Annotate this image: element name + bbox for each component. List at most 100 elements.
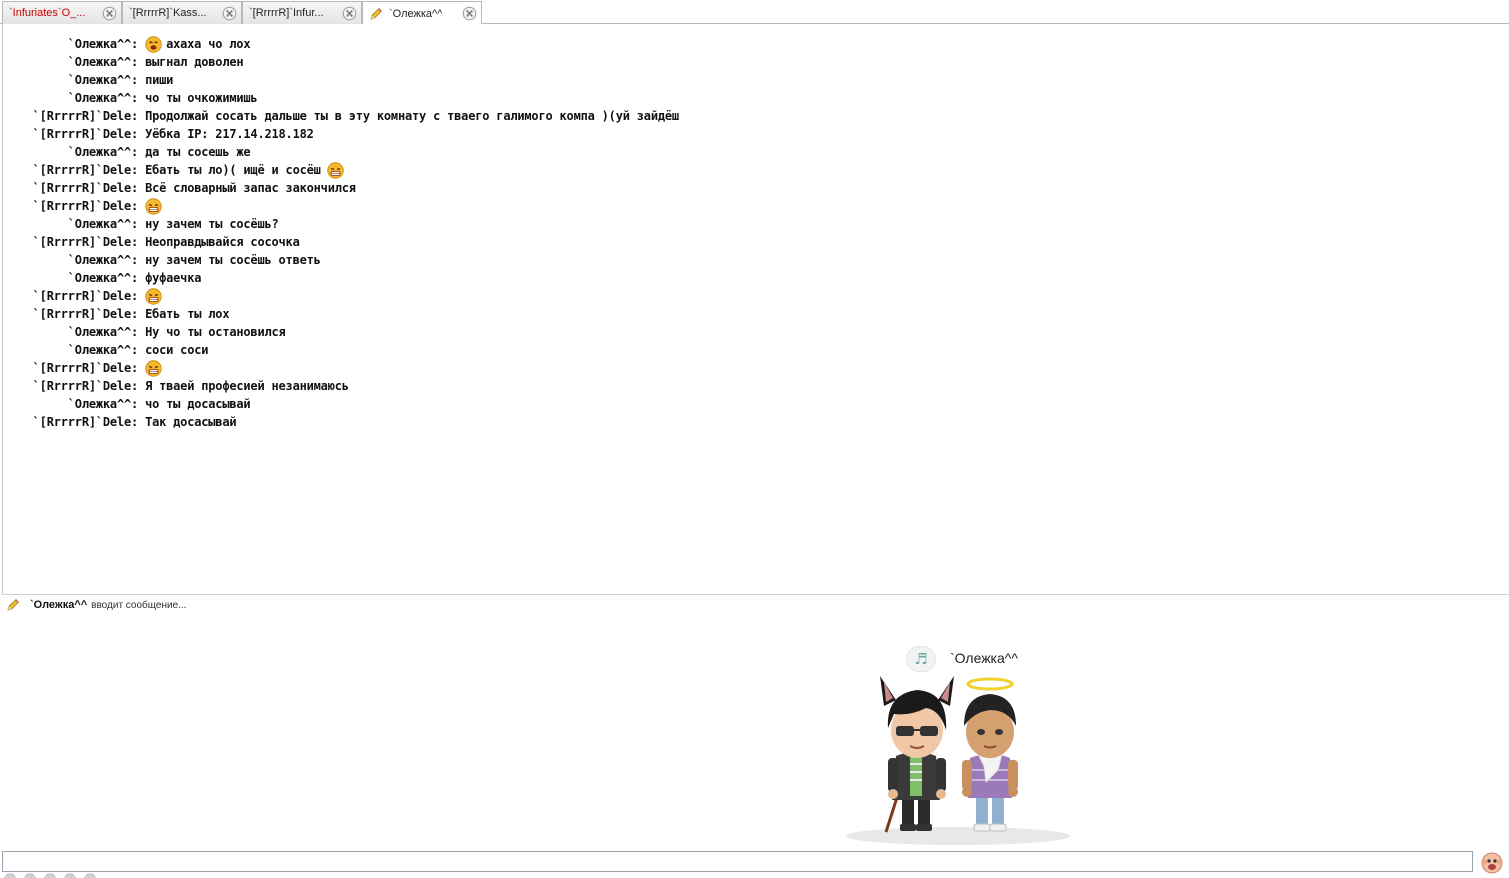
chat-message: `[RrrrrR]`Dele: Продолжай сосать дальше … (10, 107, 679, 125)
chat-separator: : (131, 37, 146, 51)
chat-text: соси соси (145, 343, 209, 357)
chat-nick[interactable]: `Олежка^^ (10, 35, 131, 53)
chat-message: `[RrrrrR]`Dele: Уёбка IP: 217.14.218.182 (10, 125, 679, 143)
avatar-name: `Олежка^^ (950, 650, 1018, 666)
chat-separator: : (131, 73, 146, 87)
chat-message: `[RrrrrR]`Dele: Я тваей професией незани… (10, 377, 679, 395)
close-icon[interactable] (342, 6, 357, 21)
chat-nick[interactable]: `[RrrrrR]`Dele (10, 377, 132, 395)
tool-icon[interactable] (44, 873, 56, 878)
chat-message: `[RrrrrR]`Dele: (10, 287, 679, 305)
typing-text: вводит сообщение... (91, 599, 187, 611)
tab-infur[interactable]: `[RrrrrR]`Infur... (242, 1, 362, 24)
chat-nick[interactable]: `[RrrrrR]`Dele (10, 197, 132, 215)
tab-infuriates[interactable]: `Infuriates`O_... (2, 1, 122, 24)
tool-icon[interactable] (4, 873, 16, 878)
pencil-icon (370, 7, 383, 20)
chat-separator: : (131, 181, 146, 195)
chat-message: `Олежка^^: ахаха чо лох (10, 35, 679, 53)
chat-nick[interactable]: `[RrrrrR]`Dele (10, 125, 132, 143)
grin-smiley-icon (326, 161, 344, 179)
chat-separator: : (131, 91, 146, 105)
chat-separator: : (131, 289, 146, 303)
message-input[interactable] (2, 851, 1473, 872)
chat-nick[interactable]: `Олежка^^ (10, 71, 131, 89)
chat-separator: : (131, 163, 146, 177)
grin-smiley-icon (145, 197, 162, 215)
chat-nick[interactable]: `Олежка^^ (10, 251, 131, 269)
chat-message: `Олежка^^: чо ты очкожимишь (10, 89, 679, 107)
chat-message: `[RrrrrR]`Dele: Всё словарный запас зако… (10, 179, 679, 197)
chat-nick[interactable]: `[RrrrrR]`Dele (10, 287, 132, 305)
music-note-icon[interactable]: ♬ (906, 646, 936, 672)
tool-icon[interactable] (84, 873, 96, 878)
chat-message: `Олежка^^: чо ты досасывай (10, 395, 679, 413)
chat-text: ну зачем ты сосёшь ответь (145, 253, 321, 267)
tool-icon[interactable] (64, 873, 76, 878)
chat-separator: : (131, 109, 146, 123)
chat-message: `Олежка^^: ну зачем ты сосёшь? (10, 215, 679, 233)
chat-nick[interactable]: `Олежка^^ (10, 323, 131, 341)
chat-separator: : (131, 271, 146, 285)
chat-nick[interactable]: `[RrrrrR]`Dele (10, 305, 132, 323)
chat-nick[interactable]: `[RrrrrR]`Dele (10, 359, 132, 377)
close-icon[interactable] (222, 6, 237, 21)
toolbar-strip (4, 873, 114, 878)
avatar-scene: ♬ `Олежка^^ (840, 640, 1080, 850)
close-icon[interactable] (462, 6, 477, 21)
chat-text: чо ты очкожимишь (145, 91, 258, 105)
tab-bar: `Infuriates`O_... `[RrrrrR]`Kass... `[Rr… (0, 0, 1509, 25)
chat-text: Неоправдывайся сосочка (145, 235, 300, 249)
chat-lines: `Олежка^^: ахаха чо лох `Олежка^^: выгнал… (10, 35, 679, 431)
chat-nick[interactable]: `[RrrrrR]`Dele (10, 179, 132, 197)
tab-label: `[RrrrrR]`Kass... (129, 7, 207, 19)
tool-icon[interactable] (24, 873, 36, 878)
smiley-picker-icon[interactable] (1480, 851, 1504, 875)
chat-separator: : (131, 325, 146, 339)
chat-message: `[RrrrrR]`Dele: Ебать ты лох (10, 305, 679, 323)
chat-nick[interactable]: `Олежка^^ (10, 395, 131, 413)
typing-indicator: `Олежка^^ вводит сообщение... (6, 597, 186, 613)
chat-text: фуфаечка (145, 271, 202, 285)
typing-nick: `Олежка^^ (30, 599, 88, 611)
chat-message: `[RrrrrR]`Dele: (10, 197, 679, 215)
chat-message: `[RrrrrR]`Dele: Неоправдывайся сосочка (10, 233, 679, 251)
chat-nick[interactable]: `Олежка^^ (10, 215, 131, 233)
tab-olezhka[interactable]: `Олежка^^ (362, 1, 482, 25)
chat-nick[interactable]: `[RrrrrR]`Dele (10, 107, 132, 125)
avatar-left (880, 676, 954, 833)
chat-nick[interactable]: `[RrrrrR]`Dele (10, 233, 132, 251)
tab-kass[interactable]: `[RrrrrR]`Kass... (122, 1, 242, 24)
tab-label: `[RrrrrR]`Infur... (249, 7, 324, 19)
chat-separator: : (131, 217, 146, 231)
chat-separator: : (131, 379, 146, 393)
chat-message: `Олежка^^: пиши (10, 71, 679, 89)
chat-nick[interactable]: `[RrrrrR]`Dele (10, 413, 132, 431)
grin-smiley-icon (145, 359, 162, 377)
chat-separator: : (131, 361, 146, 375)
avatars-image[interactable] (840, 670, 1080, 850)
chat-separator: : (131, 145, 146, 159)
chat-separator: : (131, 343, 146, 357)
close-icon[interactable] (102, 6, 117, 21)
chat-nick[interactable]: `Олежка^^ (10, 143, 131, 161)
chat-nick[interactable]: `Олежка^^ (10, 341, 131, 359)
chat-message: `Олежка^^: фуфаечка (10, 269, 679, 287)
chat-nick[interactable]: `Олежка^^ (10, 89, 131, 107)
chat-text: Ну чо ты остановился (145, 325, 286, 339)
chat-message: `Олежка^^: выгнал доволен (10, 53, 679, 71)
chat-text: Ебать ты ло)( ищё и сосёш (145, 163, 321, 177)
chat-nick[interactable]: `Олежка^^ (10, 269, 131, 287)
laughing-smiley-icon (145, 35, 162, 53)
chat-nick[interactable]: `[RrrrrR]`Dele (10, 161, 132, 179)
chat-text: ахаха чо лох (166, 37, 251, 51)
chat-message: `[RrrrrR]`Dele: (10, 359, 679, 377)
tab-label: `Infuriates`O_... (9, 7, 86, 19)
chat-message: `[RrrrrR]`Dele: Так досасывай (10, 413, 679, 431)
chat-separator: : (131, 235, 146, 249)
chat-text: выгнал доволен (145, 55, 244, 69)
chat-nick[interactable]: `Олежка^^ (10, 53, 131, 71)
chat-text: Ебать ты лох (145, 307, 230, 321)
chat-separator: : (131, 307, 146, 321)
chat-log[interactable]: `Олежка^^: ахаха чо лох `Олежка^^: выгнал… (2, 24, 1509, 595)
